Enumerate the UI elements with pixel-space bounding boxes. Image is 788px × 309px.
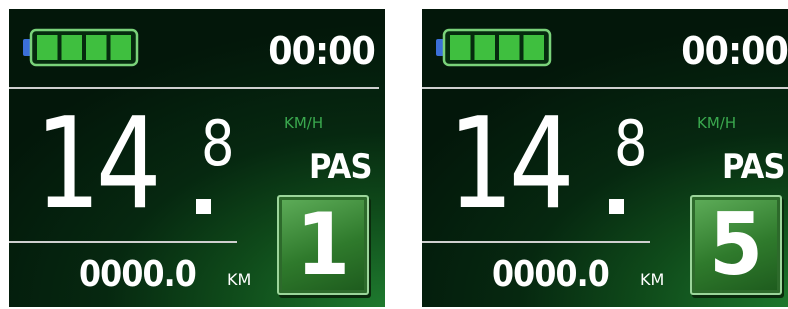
- pas-label: PAS: [722, 147, 786, 187]
- top-divider: [422, 87, 788, 89]
- odometer-unit-label: KM: [640, 270, 665, 289]
- battery-cell: [37, 35, 58, 60]
- odometer-value: 0000.0: [492, 254, 610, 295]
- odometer-value: 0000.0: [79, 254, 197, 295]
- top-divider: [9, 87, 379, 89]
- clock-display: 00:00: [681, 29, 788, 73]
- speed-decimal-point: [609, 199, 624, 214]
- speed-unit-label: KM/H: [697, 114, 737, 132]
- pas-level-value: 5: [709, 195, 763, 295]
- battery-cell: [474, 35, 495, 60]
- battery-cell: [86, 35, 107, 60]
- odometer-unit-label: KM: [227, 270, 252, 289]
- bottom-divider: [422, 241, 650, 243]
- battery-icon: [436, 28, 552, 67]
- battery-cell: [523, 35, 544, 60]
- pas-level-value: 1: [296, 195, 350, 295]
- pas-label: PAS: [309, 147, 373, 187]
- speed-integer: 14: [35, 90, 162, 237]
- battery-cell: [61, 35, 82, 60]
- speed-integer: 14: [448, 90, 575, 237]
- battery-cell: [450, 35, 471, 60]
- display-screen-pas-1: 00:00 14 8 KM/H PAS 1 0000.0 KM: [9, 9, 385, 307]
- pas-level-box: 1: [277, 195, 369, 295]
- battery-cell: [499, 35, 520, 60]
- speed-decimal: 8: [201, 107, 235, 180]
- speed-decimal: 8: [614, 107, 648, 180]
- pas-level-box: 5: [690, 195, 782, 295]
- display-screen-pas-5: 00:00 14 8 KM/H PAS 5 0000.0 KM: [422, 9, 788, 307]
- clock-display: 00:00: [268, 29, 376, 73]
- battery-icon: [23, 28, 139, 67]
- speed-decimal-point: [196, 199, 211, 214]
- battery-cell: [110, 35, 131, 60]
- speed-unit-label: KM/H: [284, 114, 324, 132]
- bottom-divider: [9, 241, 237, 243]
